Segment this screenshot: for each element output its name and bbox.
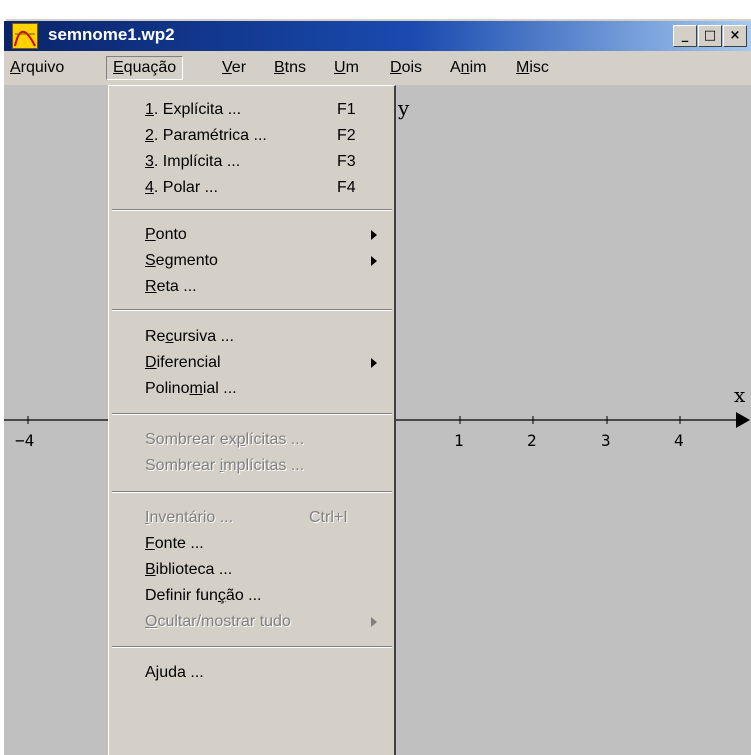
menu-item-diferencial[interactable]: Diferencial <box>145 352 221 374</box>
menu-item-segmento[interactable]: Segmento <box>145 250 218 272</box>
menu-ver[interactable]: Ver <box>216 57 252 79</box>
menu-separator <box>112 413 392 415</box>
x-tick-label-4: 4 <box>674 431 684 450</box>
x-tick-label-3: 3 <box>601 431 611 450</box>
y-axis-label: y <box>397 96 410 120</box>
menu-equacao[interactable]: Equação <box>106 56 184 80</box>
shortcut-f3: F3 <box>337 153 356 170</box>
equacao-dropdown-menu: 1. Explícita ... F1 2. Paramétrica ... F… <box>108 85 396 755</box>
menu-item-ponto[interactable]: Ponto <box>145 224 187 246</box>
menu-item-recursiva[interactable]: Recursiva ... <box>145 326 234 348</box>
menu-item-definir-funcao[interactable]: Definir função ... <box>145 585 262 607</box>
close-button[interactable]: × <box>723 25 747 47</box>
menu-item-polar[interactable]: 4. Polar ... <box>145 177 218 199</box>
shortcut-f1: F1 <box>337 101 356 118</box>
x-tick-label-2: 2 <box>527 431 537 450</box>
x-tick-label-1: 1 <box>454 431 464 450</box>
minimize-button[interactable]: _ <box>673 25 697 47</box>
menu-item-sombrear-implicitas: Sombrear implícitas ... <box>145 457 305 474</box>
menu-item-fonte[interactable]: Fonte ... <box>145 533 204 555</box>
menu-item-reta[interactable]: Reta ... <box>145 276 197 298</box>
window-title: semnome1.wp2 <box>48 25 175 44</box>
shortcut-f2: F2 <box>337 127 356 144</box>
menu-separator <box>112 646 392 648</box>
menu-item-ajuda[interactable]: Ajuda ... <box>145 662 204 684</box>
menu-dois[interactable]: Dois <box>384 57 428 79</box>
menu-item-parametrica[interactable]: 2. Paramétrica ... <box>145 125 267 147</box>
menu-item-ocultar-mostrar-tudo: Ocultar/mostrar tudo <box>145 613 291 630</box>
submenu-arrow-icon <box>371 617 377 627</box>
shortcut-ctrl-i: Ctrl+I <box>309 509 348 526</box>
x-axis-label: x <box>734 383 746 407</box>
shortcut-f4: F4 <box>337 179 356 196</box>
menu-um[interactable]: Um <box>328 57 365 79</box>
menu-item-sombrear-explicitas: Sombrear explícitas ... <box>145 431 305 448</box>
menu-arquivo[interactable]: Arquivo <box>4 57 70 79</box>
menu-item-polinomial[interactable]: Polinomial ... <box>145 378 237 400</box>
submenu-arrow-icon <box>371 358 377 368</box>
menu-separator <box>112 309 392 311</box>
menu-bar: Arquivo Equação Ver Btns Um Dois Anim Mi… <box>4 51 751 85</box>
menu-item-implicita[interactable]: 3. Implícita ... <box>145 151 240 173</box>
submenu-arrow-icon <box>371 256 377 266</box>
maximize-button[interactable]: □ <box>698 25 722 47</box>
x-tick-label-minus4: −4 <box>15 431 34 450</box>
menu-misc[interactable]: Misc <box>510 57 555 79</box>
menu-anim[interactable]: Anim <box>444 57 492 79</box>
winplot-app-icon[interactable] <box>12 23 38 49</box>
submenu-arrow-icon <box>371 230 377 240</box>
menu-item-inventario: Inventário ... <box>145 509 234 526</box>
title-bar[interactable]: semnome1.wp2 _ □ × <box>4 21 751 51</box>
x-axis-arrow <box>736 412 750 428</box>
menu-separator <box>112 209 392 211</box>
menu-btns[interactable]: Btns <box>268 57 312 79</box>
menu-separator <box>112 491 392 493</box>
menu-item-biblioteca[interactable]: Biblioteca ... <box>145 559 232 581</box>
menu-item-explicita[interactable]: 1. Explícita ... <box>145 99 241 121</box>
